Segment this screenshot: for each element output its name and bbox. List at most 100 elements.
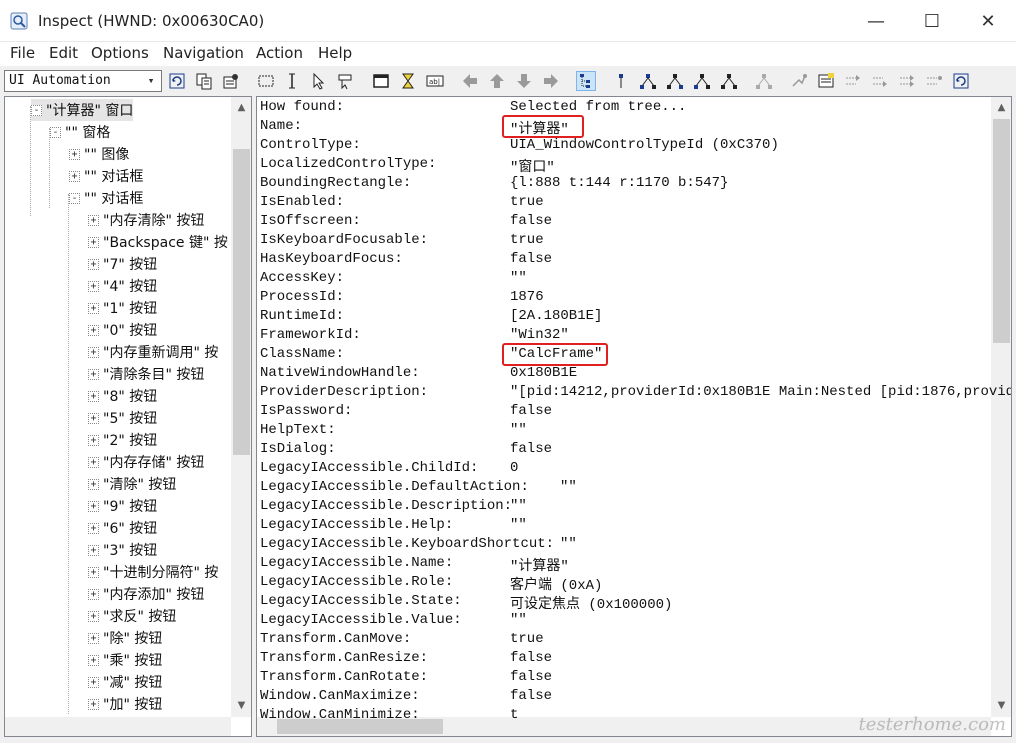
- tree-item[interactable]: + "1" 按钮: [88, 297, 157, 319]
- properties-pane[interactable]: ▲ ▼ How found: Selected from tree... Name:…: [256, 96, 1012, 737]
- tree-scroll-thumb[interactable]: [233, 149, 250, 455]
- tree-item[interactable]: + "2" 按钮: [88, 429, 157, 451]
- property-value[interactable]: "": [510, 270, 527, 289]
- property-value[interactable]: "": [510, 517, 527, 536]
- expand-icon[interactable]: +: [69, 148, 80, 160]
- scroll-down-icon[interactable]: ▼: [993, 697, 1010, 714]
- property-value[interactable]: [2A.180B1E]: [510, 308, 602, 327]
- expand-icon[interactable]: +: [88, 676, 99, 688]
- action-icon[interactable]: [789, 71, 809, 91]
- menu-navigation[interactable]: Navigation: [163, 44, 244, 62]
- property-value[interactable]: false: [510, 213, 552, 232]
- expand-icon[interactable]: +: [88, 610, 99, 622]
- expand-icon[interactable]: +: [88, 258, 99, 270]
- tree-item[interactable]: + "6" 按钮: [88, 517, 157, 539]
- parent-node-icon[interactable]: [611, 71, 631, 91]
- tree-item[interactable]: + "求反" 按钮: [88, 605, 176, 627]
- element-tree[interactable]: ▲ ▼ - "计算器" 窗口 - "" 窗格 + "" 图像 + "" 对话框 - "" 对话框 +…: [4, 96, 252, 737]
- tree-item[interactable]: + "4" 按钮: [88, 275, 157, 297]
- tree-item[interactable]: + "" 对话框: [69, 165, 143, 187]
- collapse-icon[interactable]: -: [69, 192, 80, 204]
- tree-item[interactable]: + "" 图像: [69, 143, 129, 165]
- tree-item[interactable]: + "十进制分隔符" 按: [88, 561, 218, 583]
- tree-item[interactable]: + "清除条目" 按钮: [88, 363, 204, 385]
- expand-icon[interactable]: +: [88, 434, 99, 446]
- menu-action[interactable]: Action: [256, 44, 303, 62]
- property-value[interactable]: t: [510, 707, 518, 726]
- focus-tracking-icon[interactable]: [843, 71, 863, 91]
- expand-icon[interactable]: +: [88, 500, 99, 512]
- property-value[interactable]: true: [510, 631, 544, 650]
- minimize-button[interactable]: —: [848, 0, 904, 42]
- expand-icon[interactable]: +: [88, 522, 99, 534]
- settings-icon[interactable]: [221, 71, 241, 91]
- maximize-button[interactable]: ☐: [904, 0, 960, 42]
- tree-item[interactable]: + "内存存储" 按钮: [88, 451, 204, 473]
- property-value[interactable]: "计算器": [510, 555, 569, 575]
- keyboard-icon[interactable]: ab|: [425, 71, 445, 91]
- property-value[interactable]: "": [510, 612, 527, 631]
- tree-view-icon[interactable]: [576, 71, 596, 91]
- tree-item[interactable]: + "0" 按钮: [88, 319, 157, 341]
- tree-item[interactable]: + "除" 按钮: [88, 627, 162, 649]
- hourglass-icon[interactable]: [398, 71, 418, 91]
- property-value[interactable]: "": [510, 422, 527, 441]
- expand-icon[interactable]: +: [69, 170, 80, 182]
- properties-scroll-thumb[interactable]: [993, 119, 1010, 343]
- mode-select[interactable]: UI Automation ▾: [4, 70, 162, 92]
- tree-item[interactable]: - "" 窗格: [50, 121, 110, 143]
- expand-icon[interactable]: +: [88, 390, 99, 402]
- property-value[interactable]: 1876: [510, 289, 544, 308]
- tree-item[interactable]: + "9" 按钮: [88, 495, 157, 517]
- close-button[interactable]: ✕: [960, 0, 1016, 42]
- property-value[interactable]: false: [510, 688, 552, 707]
- pointer-icon[interactable]: [309, 71, 329, 91]
- refresh-icon[interactable]: [167, 71, 187, 91]
- expand-icon[interactable]: +: [88, 566, 99, 578]
- expand-icon[interactable]: +: [88, 346, 99, 358]
- tree-item[interactable]: + "内存重新调用" 按: [88, 341, 218, 363]
- property-value[interactable]: 可设定焦点 (0x100000): [510, 593, 672, 613]
- tree-item[interactable]: + "乘" 按钮: [88, 649, 162, 671]
- first-child-icon[interactable]: [638, 71, 658, 91]
- expand-icon[interactable]: +: [88, 280, 99, 292]
- arrow-right-icon[interactable]: [541, 71, 561, 91]
- chevron-down-icon[interactable]: ▾: [143, 72, 159, 90]
- tree-item[interactable]: + "8" 按钮: [88, 385, 157, 407]
- scroll-down-icon[interactable]: ▼: [233, 697, 250, 714]
- property-value[interactable]: {l:888 t:144 r:1170 b:547}: [510, 175, 728, 194]
- tree-item[interactable]: - "" 对话框: [69, 187, 143, 209]
- property-value[interactable]: "": [560, 536, 577, 555]
- last-child-icon[interactable]: [719, 71, 739, 91]
- property-value[interactable]: UIA_WindowControlTypeId (0xC370): [510, 137, 779, 156]
- next-sibling-icon[interactable]: [665, 71, 685, 91]
- watch-cursor-icon[interactable]: [336, 71, 356, 91]
- property-value[interactable]: "窗口": [510, 156, 555, 176]
- caret-tracking-icon[interactable]: [924, 71, 944, 91]
- event-tracking-icon[interactable]: [870, 71, 890, 91]
- tree-item[interactable]: + "减" 按钮: [88, 671, 162, 693]
- expand-icon[interactable]: +: [88, 324, 99, 336]
- hover-tracking-icon[interactable]: [897, 71, 917, 91]
- copy-icon[interactable]: [194, 71, 214, 91]
- rectangle-icon[interactable]: [256, 71, 276, 91]
- property-value[interactable]: true: [510, 232, 544, 251]
- expand-icon[interactable]: +: [88, 456, 99, 468]
- menu-help[interactable]: Help: [318, 44, 352, 62]
- expand-icon[interactable]: +: [88, 588, 99, 600]
- expand-icon[interactable]: +: [88, 302, 99, 314]
- property-value[interactable]: false: [510, 441, 552, 460]
- expand-icon[interactable]: +: [88, 412, 99, 424]
- collapse-icon[interactable]: -: [31, 104, 42, 116]
- arrow-down-icon[interactable]: [514, 71, 534, 91]
- property-value[interactable]: false: [510, 650, 552, 669]
- tree-item[interactable]: + "加" 按钮: [88, 693, 162, 715]
- expand-icon[interactable]: +: [88, 632, 99, 644]
- tree-item[interactable]: + "清除" 按钮: [88, 473, 176, 495]
- menu-edit[interactable]: Edit: [49, 44, 78, 62]
- property-value[interactable]: false: [510, 403, 552, 422]
- tree-item[interactable]: - "计算器" 窗口: [31, 99, 134, 121]
- expand-icon[interactable]: +: [88, 654, 99, 666]
- property-value[interactable]: "[pid:14212,providerId:0x180B1E Main:Nes…: [510, 384, 1011, 403]
- prev-sibling-icon[interactable]: [692, 71, 712, 91]
